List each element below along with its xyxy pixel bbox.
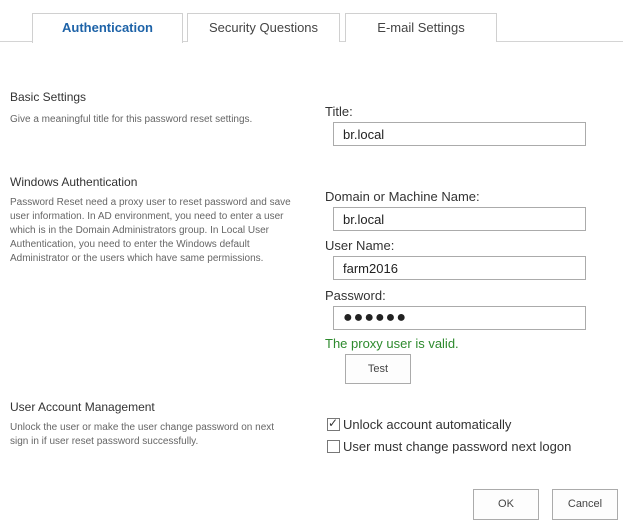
cancel-button[interactable]: Cancel (552, 489, 618, 520)
domain-label: Domain or Machine Name: (325, 189, 480, 204)
change-password-label: User must change password next logon (343, 438, 572, 454)
user-name-input[interactable] (333, 256, 586, 280)
account-mgmt-description: Unlock the user or make the user change … (10, 422, 275, 447)
change-password-checkbox[interactable] (327, 439, 340, 453)
tab-bar: Authentication Security Questions E-mail… (0, 0, 623, 43)
test-button[interactable]: Test (345, 354, 411, 384)
title-input[interactable] (333, 122, 586, 146)
unlock-account-checkbox[interactable]: ✓ (327, 415, 340, 431)
change-password-option[interactable]: User must change password next logon (327, 438, 571, 454)
ok-button[interactable]: OK (473, 489, 539, 520)
unlock-account-option[interactable]: ✓ Unlock account automatically (327, 416, 511, 432)
tab-authentication[interactable]: Authentication (32, 13, 183, 43)
proxy-valid-message: The proxy user is valid. (325, 336, 459, 351)
windows-auth-title: Windows Authentication (10, 175, 138, 189)
title-label: Title: (325, 104, 353, 119)
account-mgmt-title: User Account Management (10, 400, 155, 414)
basic-settings-description: Give a meaningful title for this passwor… (10, 114, 253, 125)
password-input[interactable] (333, 306, 586, 330)
password-label: Password: (325, 288, 386, 303)
unlock-account-label: Unlock account automatically (343, 416, 512, 432)
domain-input[interactable] (333, 207, 586, 231)
checkmark-icon: ✓ (328, 415, 339, 430)
tab-security-questions[interactable]: Security Questions (187, 13, 340, 42)
basic-settings-title: Basic Settings (10, 90, 87, 104)
user-name-label: User Name: (325, 238, 395, 253)
tab-email-settings[interactable]: E-mail Settings (345, 13, 497, 42)
windows-auth-description: Password Reset need a proxy user to rese… (10, 197, 291, 264)
